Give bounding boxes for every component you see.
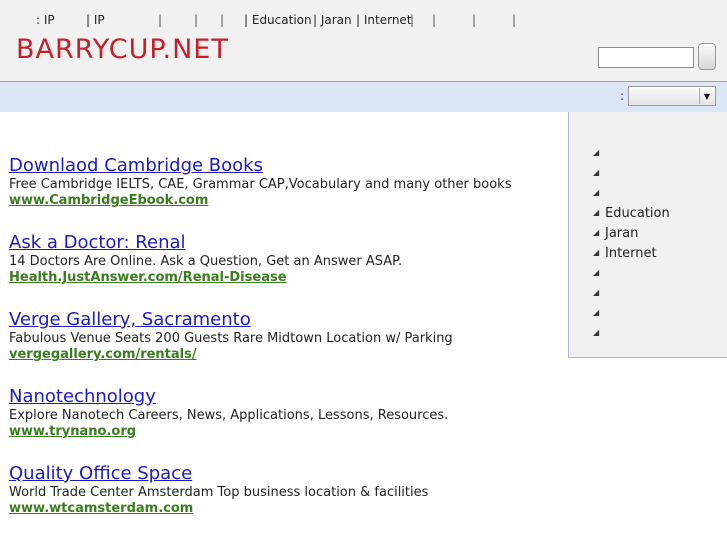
site-title[interactable]: BARRYCUP.NET [16, 34, 229, 65]
ad-title-link[interactable]: Ask a Doctor: Renal [9, 232, 559, 254]
ad-block: Quality Office Space World Trade Center … [9, 463, 559, 516]
search-button[interactable] [698, 43, 716, 70]
bullet-icon: ◢ [593, 328, 600, 337]
bullet-icon: ◢ [593, 308, 600, 317]
ad-description: Fabulous Venue Seats 200 Guests Rare Mid… [9, 331, 453, 346]
sidebar-item-label: Internet [605, 246, 657, 261]
bullet-icon: ◢ [593, 228, 600, 237]
sidebar-item-label: Jaran [605, 226, 639, 241]
bullet-icon: ◢ [593, 188, 600, 197]
select-label: : [620, 89, 625, 103]
ad-block: Verge Gallery, Sacramento Fabulous Venue… [9, 309, 559, 362]
ad-url-link[interactable]: www.CambridgeEbook.com [9, 193, 559, 208]
ad-block: Nanotechnology Explore Nanotech Careers,… [9, 386, 559, 439]
search-input[interactable] [598, 47, 694, 68]
ad-title-link[interactable]: Verge Gallery, Sacramento [9, 309, 559, 331]
ad-url-link[interactable]: www.wtcamsterdam.com [9, 501, 559, 516]
bullet-icon: ◢ [593, 268, 600, 277]
toolbar-bar [0, 82, 727, 112]
bullet-icon: ◢ [593, 148, 600, 157]
ad-title-link[interactable]: Quality Office Space [9, 463, 559, 485]
top-nav-separator: | [158, 13, 163, 27]
category-select[interactable]: ▼ [628, 86, 716, 106]
top-nav-item-education[interactable]: | Education [244, 13, 312, 27]
top-nav-separator: | [194, 13, 199, 27]
ad-description: 14 Doctors Are Online. Ask a Question, G… [9, 254, 403, 269]
sidebar: ◢ ◢ ◢ ◢ Education ◢ Jaran ◢ Internet ◢ ◢ ◢ … [568, 112, 727, 358]
bullet-icon: ◢ [593, 288, 600, 297]
top-nav-item-jaran[interactable]: | Jaran [313, 13, 352, 27]
top-nav-item[interactable]: | IP [86, 13, 105, 27]
ad-url-link[interactable]: www.trynano.org [9, 424, 559, 439]
top-nav-separator: | [472, 13, 477, 27]
sidebar-item-label: Education [605, 206, 670, 221]
top-nav-separator: | [432, 13, 437, 27]
chevron-down-icon[interactable]: ▼ [699, 88, 714, 104]
top-navigation: : IP | IP | | | | Education | Jaran | In… [0, 0, 727, 82]
ad-description: Free Cambridge IELTS, CAE, Grammar CAP,V… [9, 177, 512, 192]
top-nav-separator: | [220, 13, 225, 27]
bullet-icon: ◢ [593, 208, 600, 217]
top-nav-separator: | [410, 13, 415, 27]
ad-url-link[interactable]: vergegallery.com/rentals/ [9, 347, 559, 362]
top-nav-item-internet[interactable]: | Internet [356, 13, 412, 27]
bullet-icon: ◢ [593, 248, 600, 257]
ad-title-link[interactable]: Nanotechnology [9, 386, 559, 408]
ad-description: World Trade Center Amsterdam Top busines… [9, 485, 429, 500]
ad-url-link[interactable]: Health.JustAnswer.com/Renal-Disease [9, 270, 559, 285]
ad-title-link[interactable]: Downlaod Cambridge Books [9, 155, 559, 177]
top-nav-separator: | [512, 13, 517, 27]
ad-block: Ask a Doctor: Renal 14 Doctors Are Onlin… [9, 232, 559, 285]
ad-description: Explore Nanotech Careers, News, Applicat… [9, 408, 449, 423]
top-nav-item[interactable]: : IP [36, 13, 55, 27]
ad-block: Downlaod Cambridge Books Free Cambridge … [9, 155, 559, 208]
bullet-icon: ◢ [593, 168, 600, 177]
